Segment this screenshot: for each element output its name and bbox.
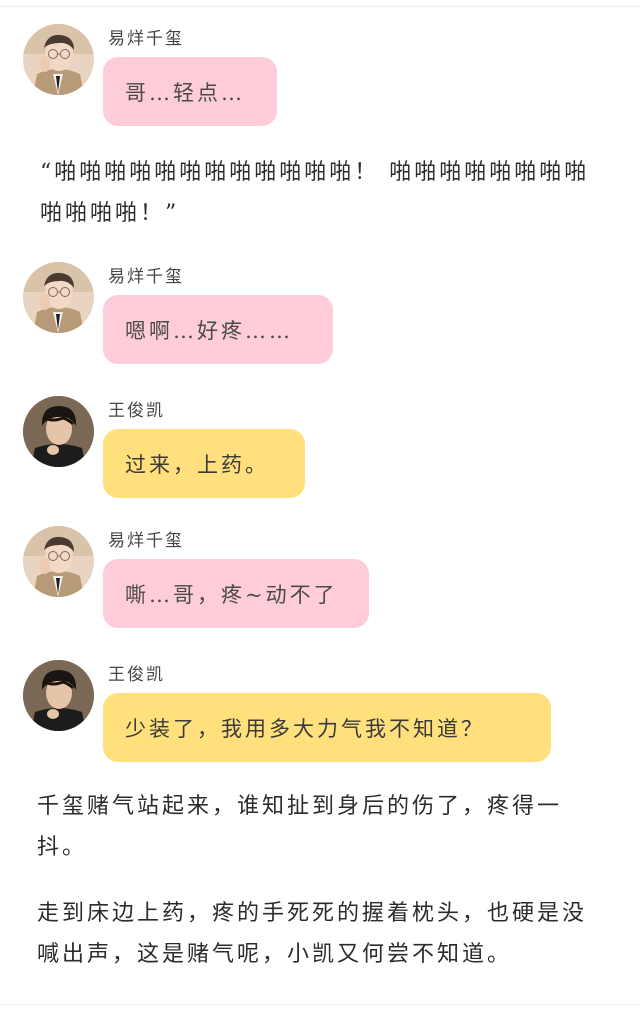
narration-paragraph: 走到床边上药，疼的手死死的握着枕头，也硬是没喊出声，这是赌气呢，小凯又何尝不知道… xyxy=(37,901,588,967)
chat-story-page: 易烊千玺 哥…轻点… “啪啪啪啪啪啪啪啪啪啪啪啪！ 啪啪啪啪啪啪啪啪啪啪啪啪！”… xyxy=(0,0,640,1009)
sender-name: 易烊千玺 xyxy=(108,267,184,287)
narration-paragraph: “啪啪啪啪啪啪啪啪啪啪啪啪！ 啪啪啪啪啪啪啪啪啪啪啪啪！” xyxy=(40,160,590,226)
message-bubble[interactable]: 过来，上药。 xyxy=(103,429,305,498)
avatar-qianxi-icon[interactable] xyxy=(23,526,94,597)
narration-paragraph: 千玺赌气站起来，谁知扯到身后的伤了，疼得一抖。 xyxy=(37,794,563,860)
top-divider xyxy=(0,6,640,7)
avatar-junkai-icon[interactable] xyxy=(23,396,94,467)
avatar-junkai-icon[interactable] xyxy=(23,660,94,731)
avatar-qianxi-icon[interactable] xyxy=(23,24,94,95)
sender-name: 王俊凯 xyxy=(108,401,165,421)
sender-name: 易烊千玺 xyxy=(108,531,184,551)
sender-name: 易烊千玺 xyxy=(108,29,184,49)
message-bubble[interactable]: 少装了，我用多大力气我不知道？ xyxy=(103,693,551,762)
message-bubble[interactable]: 哥…轻点… xyxy=(103,57,277,126)
message-bubble[interactable]: 嘶…哥，疼~动不了 xyxy=(103,559,369,628)
avatar-qianxi-icon[interactable] xyxy=(23,262,94,333)
message-bubble[interactable]: 嗯啊…好疼…… xyxy=(103,295,333,364)
bottom-divider xyxy=(0,1004,640,1005)
sender-name: 王俊凯 xyxy=(108,665,165,685)
